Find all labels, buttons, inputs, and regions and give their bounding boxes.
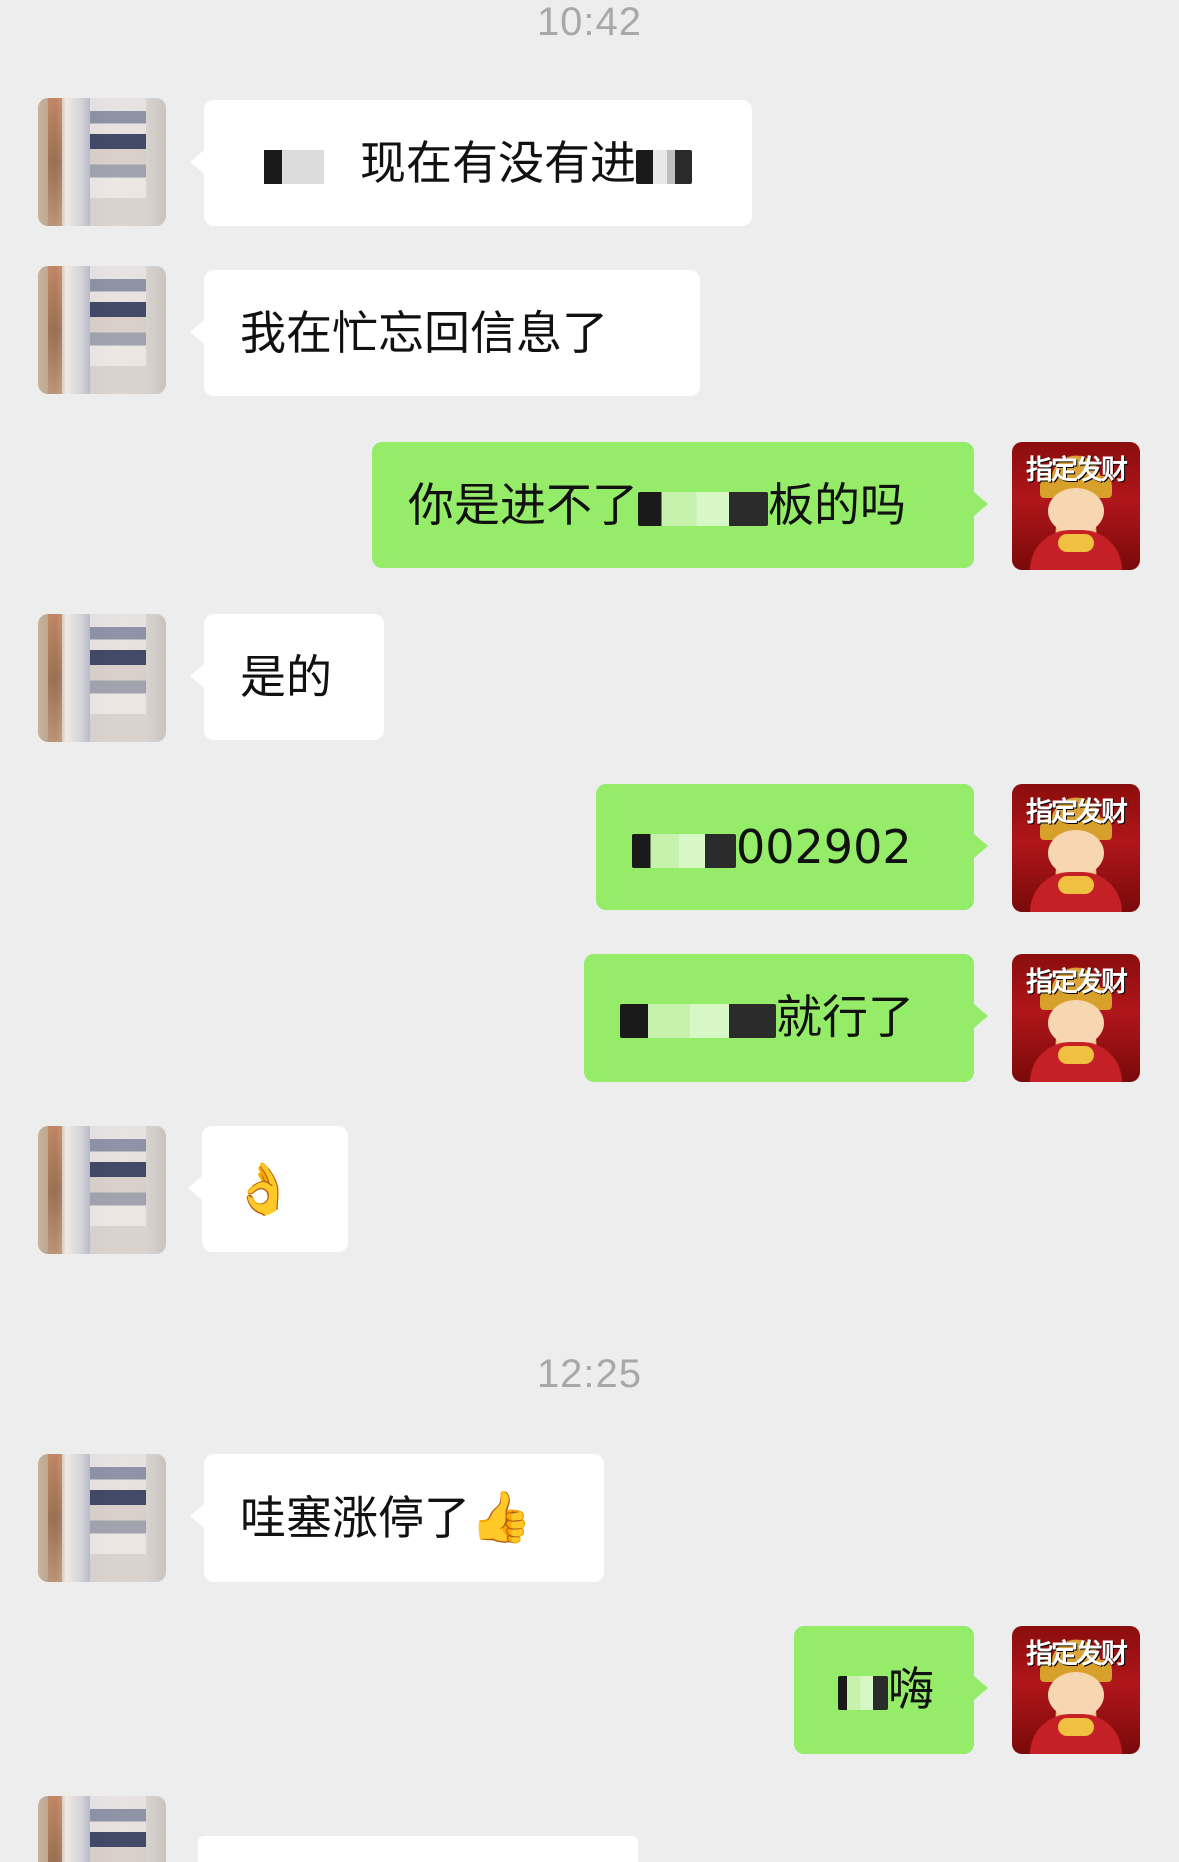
redacted-text — [240, 149, 360, 184]
contact-avatar[interactable] — [38, 266, 166, 394]
message-text: 就行了 — [776, 990, 914, 1044]
redacted-text — [632, 833, 736, 868]
contact-avatar[interactable] — [38, 1796, 166, 1862]
message-text: 是的 — [240, 650, 332, 704]
redacted-text — [620, 1003, 776, 1038]
ok-hand-icon: 👌 — [232, 1160, 295, 1218]
message-text: 002902 — [736, 820, 912, 874]
self-avatar[interactable]: 指定发财 — [1012, 784, 1140, 912]
avatar-banner: 指定发财 — [1026, 967, 1128, 998]
self-avatar[interactable]: 指定发财 — [1012, 1626, 1140, 1754]
self-avatar[interactable]: 指定发财 — [1012, 954, 1140, 1082]
contact-avatar[interactable] — [38, 614, 166, 742]
self-avatar[interactable]: 指定发财 — [1012, 442, 1140, 570]
message-text: 我在忙忘回信息了 — [240, 306, 608, 360]
message-bubble[interactable]: 嗨 — [794, 1626, 988, 1754]
message-bubble[interactable]: 现在有没有进 — [190, 100, 752, 226]
redacted-text — [638, 491, 768, 526]
message-bubble[interactable]: 我在忙忘回信息了 — [190, 270, 700, 396]
redacted-text — [838, 1675, 888, 1710]
timestamp: 10:42 — [536, 0, 643, 44]
message-bubble[interactable]: 就行了 — [584, 954, 988, 1082]
message-text: 现在有没有进 — [360, 136, 636, 190]
image-message-preview[interactable] — [198, 1836, 638, 1862]
message-text: 你是进不了 — [408, 478, 638, 532]
message-bubble[interactable]: 002902 — [596, 784, 988, 910]
contact-avatar[interactable] — [38, 98, 166, 226]
message-text: 板的吗 — [768, 478, 906, 532]
contact-avatar[interactable] — [38, 1454, 166, 1582]
message-bubble[interactable]: 👌 — [188, 1126, 348, 1252]
thumbs-up-icon: 👍 — [470, 1488, 533, 1546]
avatar-banner: 指定发财 — [1026, 455, 1128, 486]
avatar-banner: 指定发财 — [1026, 1639, 1128, 1670]
message-bubble[interactable]: 你是进不了 板的吗 — [372, 442, 988, 568]
redacted-text — [636, 149, 692, 184]
message-text: 嗨 — [888, 1662, 934, 1716]
message-bubble[interactable]: 是的 — [190, 614, 384, 740]
message-bubble[interactable]: 哇塞涨停了👍 — [190, 1454, 604, 1582]
timestamp: 12:25 — [536, 1352, 643, 1396]
avatar-banner: 指定发财 — [1026, 797, 1128, 828]
contact-avatar[interactable] — [38, 1126, 166, 1254]
message-text: 哇塞涨停了 — [240, 1491, 470, 1545]
